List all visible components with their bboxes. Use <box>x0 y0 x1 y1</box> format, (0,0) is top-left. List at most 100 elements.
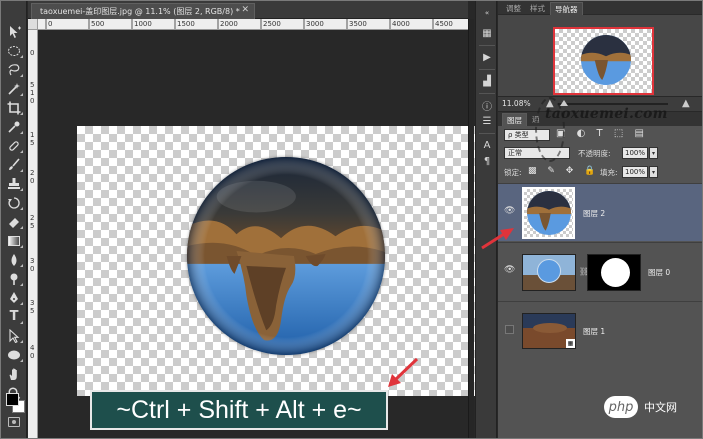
zoom-in-icon[interactable]: ▲ <box>682 98 690 109</box>
ruler-tick-label: 5 <box>30 222 35 230</box>
info-icon[interactable]: ⓘ <box>479 97 495 113</box>
eye-icon[interactable]: 👁 <box>504 265 515 275</box>
blur-icon[interactable] <box>4 251 24 268</box>
navigator-thumbnail <box>581 35 631 85</box>
tab-styles[interactable]: 样式 <box>526 2 549 15</box>
ruler-tick-label: 0 <box>30 177 35 185</box>
ruler-tick-label: 1500 <box>177 20 195 28</box>
collapse-icon[interactable]: « <box>479 5 495 21</box>
layer-name[interactable]: 图层 2 <box>583 208 605 219</box>
panel-dock: « ▦ ▶ ▟ ⓘ ☰ A ¶ <box>475 1 497 438</box>
history-icon[interactable]: ▦ <box>479 25 495 41</box>
layer-row-1[interactable]: ▦ 图层 1 <box>498 301 702 356</box>
ruler-tick-label: 0 <box>48 20 53 28</box>
zoom-level[interactable]: 11.08% <box>502 99 531 108</box>
layer-thumbnail[interactable] <box>522 254 576 291</box>
quick-mask-icon[interactable] <box>8 417 20 427</box>
layer-row-2[interactable]: 👁 图层 2 <box>498 183 702 241</box>
elliptical-marquee-icon[interactable] <box>4 42 24 59</box>
layer-name[interactable]: 图层 1 <box>583 326 605 337</box>
tab-adjustments[interactable]: 调整 <box>502 2 525 15</box>
close-icon[interactable]: ✕ <box>241 5 249 15</box>
opacity-dropdown-icon[interactable]: ▾ <box>649 147 658 159</box>
ruler-tick-label: 1 <box>30 89 35 97</box>
php-logo: php <box>604 396 638 418</box>
fill-input[interactable]: 100% <box>622 166 648 178</box>
ruler-tick-label: 1 <box>30 131 35 139</box>
tools-panel: T <box>1 1 27 438</box>
lock-icons[interactable]: ▩ ✎ ✥ 🔒 <box>528 166 599 176</box>
ruler-tick-label: 0 <box>30 265 35 273</box>
hand-icon[interactable] <box>4 365 24 382</box>
history-brush-icon[interactable] <box>4 194 24 211</box>
character-icon[interactable]: A <box>479 137 495 153</box>
horizontal-ruler[interactable]: 0 500 1000 1500 2000 2500 3000 3500 4000… <box>38 19 468 30</box>
red-arrow-icon <box>388 357 419 387</box>
zoom-slider[interactable] <box>558 103 668 105</box>
ruler-tick-label: 3 <box>30 299 35 307</box>
ruler-tick-label: 5 <box>30 139 35 147</box>
brush-icon[interactable] <box>4 156 24 173</box>
layer-mask-thumbnail[interactable] <box>587 254 641 291</box>
navigator-panel: 调整 样式 导航器 <box>498 1 702 96</box>
eyedropper-icon[interactable] <box>4 118 24 135</box>
path-selection-icon[interactable] <box>4 327 24 344</box>
eraser-icon[interactable] <box>4 213 24 230</box>
dodge-icon[interactable] <box>4 270 24 287</box>
ruler-tick-label: 5 <box>30 307 35 315</box>
crystal-ball-image <box>187 157 385 355</box>
ruler-tick-label: 3500 <box>349 20 367 28</box>
blend-row: 正常 不透明度: 100% ▾ <box>498 145 702 161</box>
actions-play-icon[interactable]: ▶ <box>479 49 495 65</box>
layer-row-0[interactable]: 👁 ⛓ 图层 0 <box>498 242 702 300</box>
ruler-tick-label: 3 <box>30 257 35 265</box>
fill-label: 填充: <box>600 168 618 177</box>
ruler-tick-label: 2500 <box>263 20 281 28</box>
crop-icon[interactable] <box>4 99 24 116</box>
document-tab-bar: taoxuemei-盖印图层.jpg @ 11.1% (图层 2, RGB/8)… <box>28 1 468 19</box>
php-site-text: 中文网 <box>644 401 677 414</box>
gradient-icon[interactable] <box>4 232 24 249</box>
foreground-color-swatch[interactable] <box>6 393 19 406</box>
ruler-tick-label: 2 <box>30 214 35 222</box>
pen-icon[interactable] <box>4 289 24 306</box>
canvas-scrollbar[interactable] <box>468 19 474 439</box>
fill-dropdown-icon[interactable]: ▾ <box>649 166 658 178</box>
ruler-tick-label: 4500 <box>435 20 453 28</box>
paragraph-icon[interactable]: ¶ <box>479 153 495 169</box>
layer-thumbnail[interactable] <box>522 187 575 239</box>
document-tab[interactable]: taoxuemei-盖印图层.jpg @ 11.1% (图层 2, RGB/8)… <box>31 3 255 19</box>
ruler-tick-label: 0 <box>30 352 35 360</box>
opacity-input[interactable]: 100% <box>622 147 648 159</box>
healing-brush-icon[interactable] <box>4 137 24 154</box>
image-canvas[interactable] <box>77 126 497 396</box>
clone-stamp-icon[interactable] <box>4 175 24 192</box>
ruler-tick-label: 2 <box>30 169 35 177</box>
properties-icon[interactable]: ☰ <box>479 113 495 129</box>
lasso-icon[interactable] <box>4 61 24 78</box>
ruler-tick-label: 4000 <box>392 20 410 28</box>
eye-icon[interactable]: 👁 <box>504 206 515 216</box>
layer-thumbnail[interactable]: ▦ <box>522 313 576 349</box>
ruler-tick-label: 4 <box>30 344 35 352</box>
layer-name[interactable]: 图层 0 <box>648 267 670 278</box>
histogram-icon[interactable]: ▟ <box>479 73 495 89</box>
lock-label: 锁定: <box>504 168 522 177</box>
tab-layers[interactable]: 图层 <box>502 113 527 126</box>
navigator-proxy-view[interactable] <box>553 27 654 95</box>
filter-type-icons[interactable]: ▣ ◐ T ⬚ ▤ <box>556 128 648 139</box>
red-arrow-icon <box>481 228 514 250</box>
visibility-toggle[interactable] <box>505 325 514 334</box>
vertical-ruler[interactable]: 0 5 1 0 1 5 2 0 2 5 3 0 3 5 4 0 <box>28 19 38 439</box>
tab-navigator[interactable]: 导航器 <box>550 2 583 15</box>
move-tool-icon[interactable] <box>4 23 24 40</box>
opacity-label: 不透明度: <box>578 149 611 158</box>
shortcut-banner: ~Ctrl + Shift + Alt + e~ <box>90 390 388 430</box>
ellipse-shape-icon[interactable] <box>4 346 24 363</box>
document-title: taoxuemei-盖印图层.jpg @ 11.1% (图层 2, RGB/8)… <box>40 7 240 16</box>
ruler-tick-label: 5 <box>30 81 35 89</box>
watermark-text: taoxuemei.com <box>545 106 668 122</box>
type-icon[interactable]: T <box>4 308 24 325</box>
magic-wand-icon[interactable] <box>4 80 24 97</box>
ruler-origin[interactable] <box>28 19 38 30</box>
